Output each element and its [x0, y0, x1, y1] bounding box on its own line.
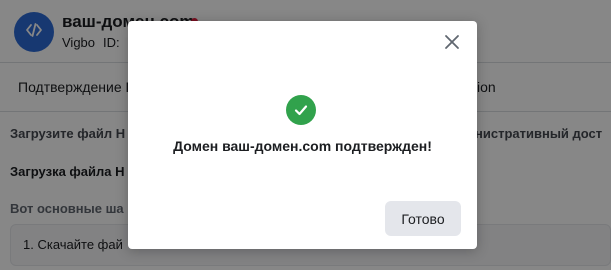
close-icon[interactable] [443, 33, 461, 51]
done-button[interactable]: Готово [385, 201, 461, 236]
success-dialog: Домен ваш-домен.com подтвержден! Готово [128, 21, 477, 249]
check-circle-icon [286, 95, 316, 125]
success-message: Домен ваш-домен.com подтвержден! [173, 138, 432, 154]
